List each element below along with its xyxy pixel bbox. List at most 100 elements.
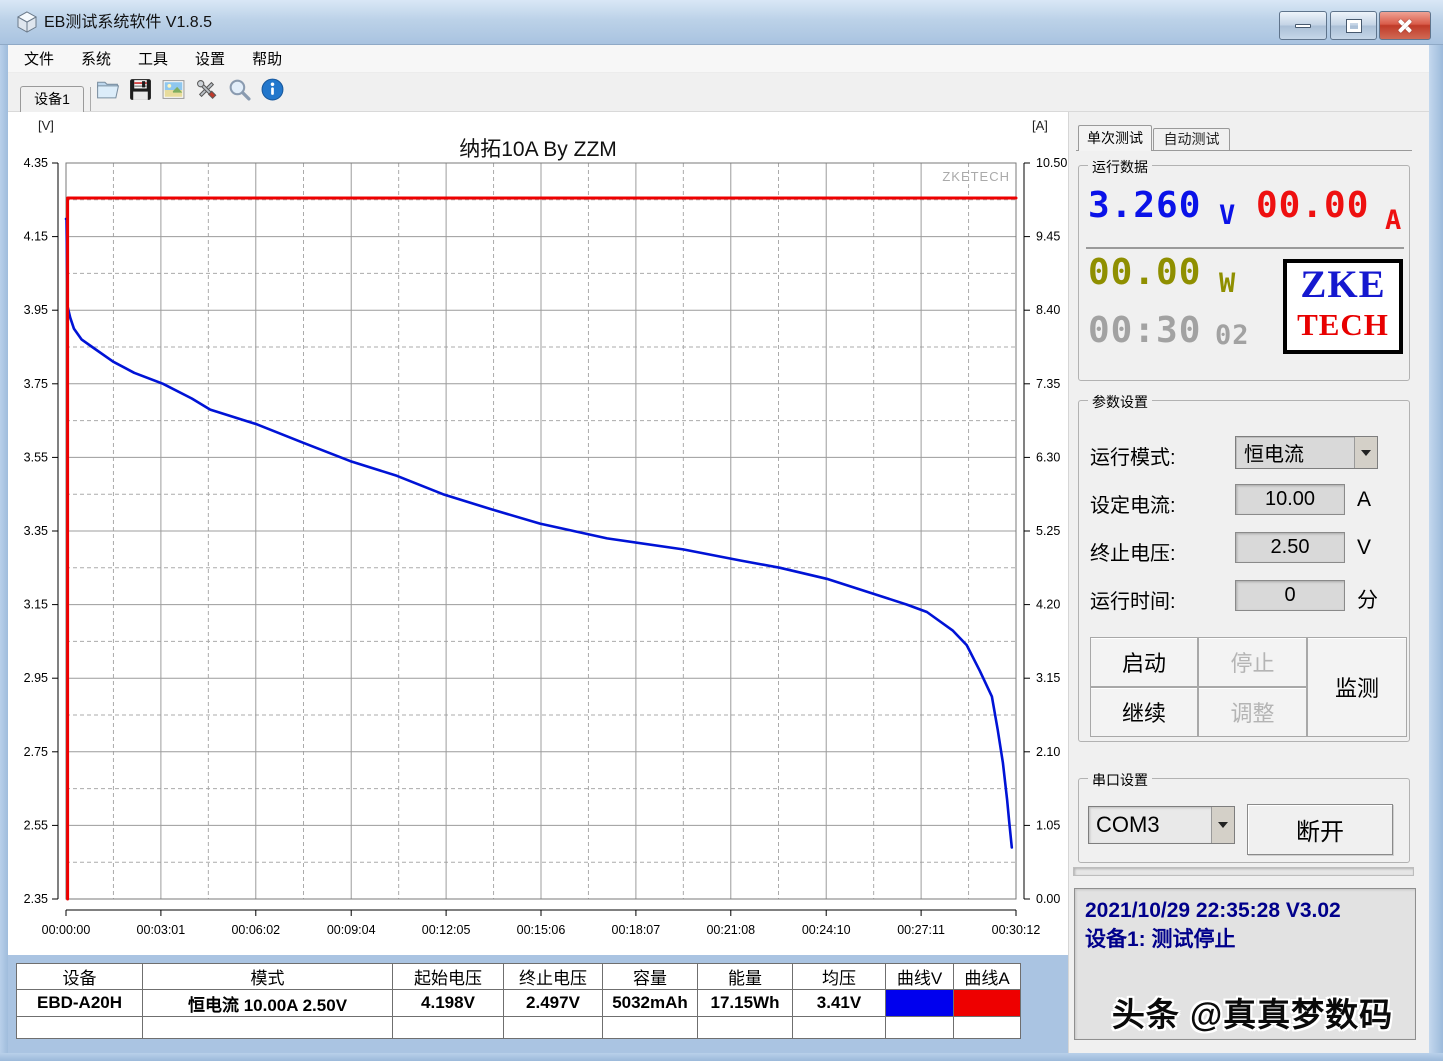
status-line2: 设备1: 测试停止	[1085, 925, 1405, 954]
run-time-field[interactable]: 0	[1235, 580, 1345, 611]
zoom-button[interactable]	[226, 76, 253, 103]
export-image-icon	[161, 77, 186, 102]
current-unit: A	[1385, 205, 1402, 236]
close-button[interactable]	[1379, 11, 1431, 40]
left-axis-tick-label: 3.15	[24, 598, 48, 612]
col-end-voltage: 终止电压	[504, 964, 603, 990]
menu-settings[interactable]: 设置	[195, 48, 225, 69]
tab-auto-test[interactable]: 自动测试	[1153, 128, 1230, 151]
zketech-logo-line1: ZKE	[1287, 263, 1399, 307]
chevron-down-icon	[1218, 822, 1228, 828]
table-empty-row	[17, 1017, 1021, 1039]
left-axis-tick-label: 3.95	[24, 303, 48, 317]
cutoff-voltage-field[interactable]: 2.50	[1235, 532, 1345, 563]
x-axis-tick-label: 00:09:04	[327, 923, 376, 937]
col-curve-a: 曲线A	[954, 964, 1021, 990]
minimize-button[interactable]	[1279, 11, 1327, 40]
right-axis-tick-label: 8.40	[1036, 303, 1060, 317]
current-display: 00.00	[1256, 185, 1369, 226]
menu-help[interactable]: 帮助	[252, 48, 282, 69]
left-axis-tick-label: 3.35	[24, 524, 48, 538]
time-display-seconds: 02	[1215, 320, 1250, 351]
right-axis-tick-label: 0.00	[1036, 892, 1060, 906]
open-file-button[interactable]	[94, 76, 121, 103]
params-group-label: 参数设置	[1088, 392, 1152, 412]
save-button[interactable]	[127, 76, 154, 103]
x-axis-tick-label: 00:12:05	[422, 923, 471, 937]
left-axis-tick-label: 4.35	[24, 156, 48, 170]
adjust-button: 调整	[1198, 687, 1307, 737]
menu-system[interactable]: 系统	[81, 48, 111, 69]
chart-panel: 纳拓10A By ZZM [V] [A] ZKETECH 4.35 4.15 3.9…	[8, 112, 1068, 955]
window-frame-bottom	[0, 1053, 1443, 1061]
start-button[interactable]: 启动	[1090, 637, 1198, 687]
left-axis-tick-label: 2.75	[24, 745, 48, 759]
results-table: 设备 模式 起始电压 终止电压 容量 能量 均压 曲线V 曲线A EBD-A20…	[16, 963, 1021, 1039]
run-mode-value: 恒电流	[1236, 438, 1354, 467]
window-frame-left	[0, 45, 8, 1061]
chart-watermark: ZKETECH	[898, 169, 1010, 184]
run-mode-dropdown-button[interactable]	[1354, 437, 1377, 468]
left-axis-tick-label: 2.55	[24, 818, 48, 832]
about-button[interactable]	[259, 76, 286, 103]
disconnect-button[interactable]: 断开	[1247, 804, 1393, 855]
left-axis-tick-label: 4.15	[24, 230, 48, 244]
table-row[interactable]: EBD-A20H 恒电流 10.00A 2.50V 4.198V 2.497V …	[17, 990, 1021, 1017]
x-axis-tick-label: 00:00:00	[42, 923, 91, 937]
x-axis-tick-label: 00:18:07	[612, 923, 661, 937]
serial-group-label: 串口设置	[1088, 770, 1152, 790]
left-axis-tick-label: 3.75	[24, 377, 48, 391]
col-start-voltage: 起始电压	[393, 964, 504, 990]
com-port-dropdown-button[interactable]	[1211, 807, 1234, 843]
window-title: EB测试系统软件 V1.8.5	[44, 0, 212, 45]
app-icon	[15, 10, 39, 34]
com-port-dropdown[interactable]: COM3	[1088, 806, 1235, 844]
cell-capacity: 5032mAh	[603, 990, 698, 1017]
voltage-unit: V	[1219, 200, 1236, 231]
menu-tools[interactable]: 工具	[138, 48, 168, 69]
window-frame-right	[1429, 45, 1443, 1061]
status-line1: 2021/10/29 22:35:28 V3.02	[1085, 896, 1405, 925]
x-axis-tick-label: 00:15:06	[517, 923, 566, 937]
chart-title: 纳拓10A By ZZM	[288, 133, 788, 163]
close-icon	[1396, 19, 1414, 33]
cell-avg-voltage: 3.41V	[793, 990, 886, 1017]
discharge-chart: 4.35 4.15 3.95 3.75 3.55 3.35 3.15 2.95 2.75 2.55…	[8, 112, 1068, 955]
right-axis-tick-label: 10.50	[1036, 156, 1067, 170]
run-data-separator	[1086, 247, 1404, 249]
curve-v-swatch	[886, 990, 954, 1017]
set-current-field[interactable]: 10.00	[1235, 484, 1345, 515]
resume-button[interactable]: 继续	[1090, 687, 1198, 737]
watermark-text: 头条 @真真梦数码	[1080, 988, 1425, 1036]
right-axis-tick-label: 6.30	[1036, 450, 1060, 464]
col-device: 设备	[17, 964, 143, 990]
toolbar-separator	[90, 87, 91, 111]
table-header-row: 设备 模式 起始电压 终止电压 容量 能量 均压 曲线V 曲线A	[17, 964, 1021, 990]
maximize-icon	[1347, 20, 1361, 32]
cell-start-voltage: 4.198V	[393, 990, 504, 1017]
x-axis-tick-label: 00:24:10	[802, 923, 851, 937]
menu-file[interactable]: 文件	[24, 48, 54, 69]
monitor-button[interactable]: 监测	[1307, 637, 1407, 737]
set-current-label: 设定电流:	[1090, 489, 1176, 518]
cutoff-voltage-unit: V	[1357, 536, 1371, 560]
col-avg-voltage: 均压	[793, 964, 886, 990]
stop-button: 停止	[1198, 637, 1307, 687]
left-axis-tick-label: 2.95	[24, 671, 48, 685]
maximize-button[interactable]	[1330, 11, 1377, 40]
left-axis-tick-label: 2.35	[24, 892, 48, 906]
right-axis-tick-label: 5.25	[1036, 524, 1060, 538]
menubar: 文件 系统 工具 设置 帮助	[8, 45, 1435, 73]
export-image-button[interactable]	[160, 76, 187, 103]
zketech-logo-line2: TECH	[1287, 307, 1399, 343]
tools-button[interactable]	[193, 76, 220, 103]
tab-device1[interactable]: 设备1	[20, 86, 84, 113]
right-axis-unit-label: [A]	[1032, 118, 1048, 133]
zketech-logo: ZKE TECH	[1283, 259, 1403, 354]
left-axis-unit-label: [V]	[38, 118, 54, 133]
tab-single-test[interactable]: 单次测试	[1078, 125, 1152, 151]
chevron-down-icon	[1361, 450, 1371, 456]
left-axis-tick-label: 3.55	[24, 450, 48, 464]
run-mode-dropdown[interactable]: 恒电流	[1235, 436, 1378, 469]
x-axis-tick-label: 00:03:01	[137, 923, 186, 937]
